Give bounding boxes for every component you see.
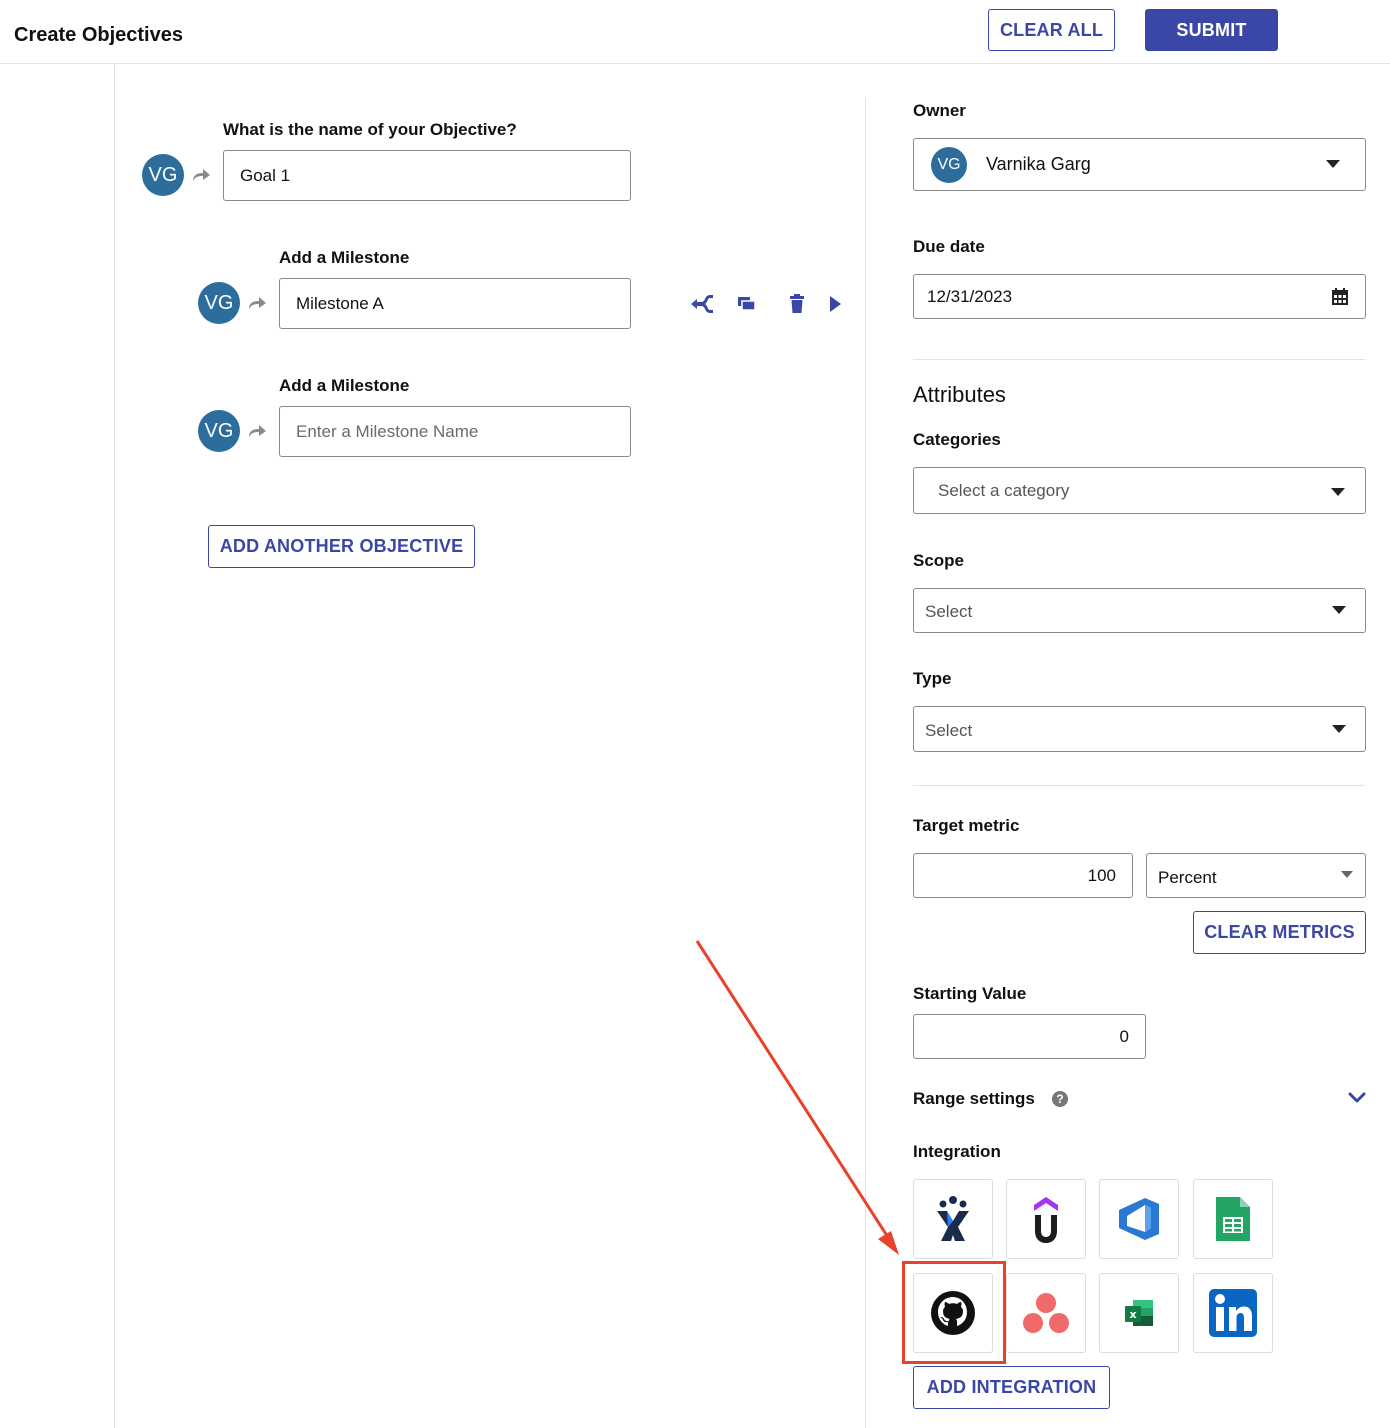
svg-text:x: x xyxy=(1129,1308,1136,1321)
linkedin-icon[interactable] xyxy=(1193,1273,1273,1353)
metric-unit-select[interactable]: Percent xyxy=(1146,853,1366,898)
type-select[interactable]: Select xyxy=(913,706,1366,752)
scope-select[interactable]: Select xyxy=(913,588,1366,633)
owner-select[interactable]: VG Varnika Garg xyxy=(913,138,1366,191)
annotation-highlight xyxy=(902,1261,1006,1364)
jira-icon[interactable] xyxy=(913,1179,993,1259)
owner-label: Owner xyxy=(913,101,966,120)
top-bar: Create Objectives CLEAR ALL SUBMIT xyxy=(0,0,1390,64)
range-settings-label: Range settings xyxy=(913,1089,1035,1108)
objective-name-input[interactable]: Goal 1 xyxy=(223,150,631,201)
starting-value-input[interactable]: 0 xyxy=(913,1014,1146,1059)
categories-label: Categories xyxy=(913,430,1001,449)
due-date-input[interactable]: 12/31/2023 xyxy=(913,274,1366,319)
starting-value-label: Starting Value xyxy=(913,984,1027,1003)
due-date-value: 12/31/2023 xyxy=(927,286,1013,306)
page-title: Create Objectives xyxy=(14,24,183,46)
target-metric-label: Target metric xyxy=(913,816,1020,835)
attributes-heading: Attributes xyxy=(913,382,1006,407)
scope-label: Scope xyxy=(913,551,965,570)
due-date-label: Due date xyxy=(913,237,985,256)
chevron-down-icon[interactable] xyxy=(1348,1092,1366,1104)
annotation-arrow-icon xyxy=(695,940,899,1255)
milestone-label: Add a Milestone xyxy=(279,376,410,395)
milestone-label: Add a Milestone xyxy=(279,248,410,267)
chevron-down-icon xyxy=(1332,606,1346,614)
submit-button[interactable]: SUBMIT xyxy=(1145,9,1278,51)
section-divider xyxy=(913,359,1365,360)
calendar-icon[interactable] xyxy=(1331,288,1349,306)
chevron-down-icon xyxy=(1331,488,1345,496)
chevron-down-icon xyxy=(1326,160,1340,168)
milestone-name-input[interactable]: Milestone A xyxy=(279,278,631,329)
play-icon[interactable] xyxy=(829,295,843,313)
scope-placeholder: Select xyxy=(925,602,973,621)
excel-icon[interactable]: x xyxy=(1099,1273,1179,1353)
add-another-objective-button[interactable]: ADD ANOTHER OBJECTIVE xyxy=(208,525,475,568)
clear-all-button[interactable]: CLEAR ALL xyxy=(988,9,1115,51)
avatar[interactable]: VG xyxy=(198,282,240,324)
type-label: Type xyxy=(913,669,952,688)
owner-name: Varnika Garg xyxy=(986,154,1091,174)
copy-icon[interactable] xyxy=(737,296,757,312)
categories-select[interactable]: Select a category xyxy=(913,467,1366,514)
azure-devops-icon[interactable] xyxy=(1099,1179,1179,1259)
share-arrow-icon xyxy=(193,169,210,181)
integration-label: Integration xyxy=(913,1142,1001,1161)
type-placeholder: Select xyxy=(925,721,973,740)
objective-name-label: What is the name of your Objective? xyxy=(223,120,517,139)
milestone-name-input[interactable]: Enter a Milestone Name xyxy=(279,406,631,457)
avatar[interactable]: VG xyxy=(142,154,184,196)
chevron-down-icon xyxy=(1332,725,1346,733)
add-integration-button[interactable]: ADD INTEGRATION xyxy=(913,1366,1110,1409)
help-icon[interactable]: ? xyxy=(1052,1091,1068,1107)
owner-avatar: VG xyxy=(931,147,967,183)
share-arrow-icon xyxy=(249,297,266,309)
section-divider xyxy=(913,785,1365,786)
asana-icon[interactable] xyxy=(1006,1273,1086,1353)
branch-icon[interactable] xyxy=(689,294,715,314)
categories-placeholder: Select a category xyxy=(938,481,1070,500)
chevron-down-icon xyxy=(1341,871,1353,878)
trash-icon[interactable] xyxy=(789,294,805,314)
clear-metrics-button[interactable]: CLEAR METRICS xyxy=(1193,911,1366,954)
google-sheets-icon[interactable] xyxy=(1193,1179,1273,1259)
avatar[interactable]: VG xyxy=(198,410,240,452)
metric-unit-value: Percent xyxy=(1158,868,1217,887)
left-gutter-divider xyxy=(114,64,115,1428)
target-metric-input[interactable]: 100 xyxy=(913,853,1133,898)
udemy-icon[interactable] xyxy=(1006,1179,1086,1259)
share-arrow-icon xyxy=(249,425,266,437)
